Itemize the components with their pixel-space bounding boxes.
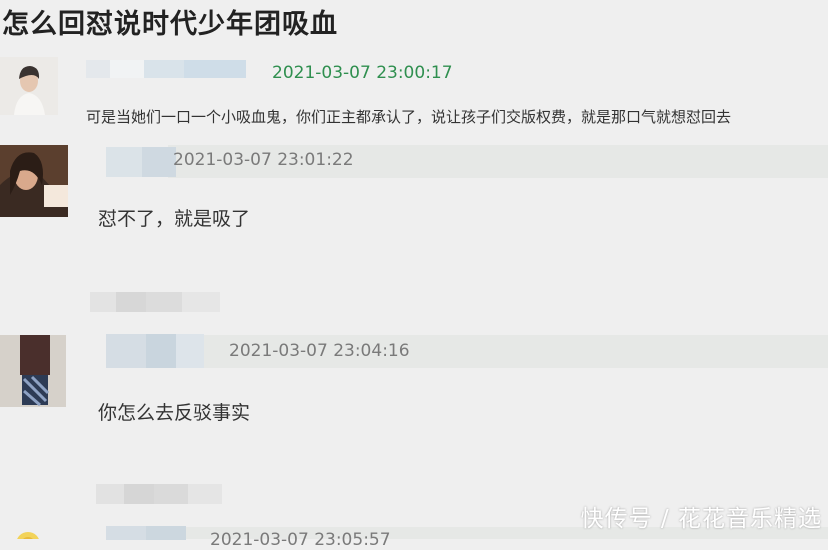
avatar[interactable]	[0, 57, 58, 115]
comment-text: 怼不了，就是吸了	[98, 208, 251, 230]
comment-text: 可是当她们一口一个小吸血鬼，你们正主都承认了，说让孩子们交版权费，就是那口气就想…	[86, 108, 732, 126]
username-blurred	[86, 60, 246, 78]
user-portrait-icon	[0, 145, 68, 217]
comment-timestamp: 2021-03-07 23:01:22	[173, 150, 354, 170]
avatar[interactable]	[8, 527, 48, 539]
user-portrait-icon	[0, 335, 66, 407]
comment-text: 你怎么去反驳事实	[98, 402, 251, 424]
avatar[interactable]	[0, 145, 68, 217]
user-portrait-icon	[17, 532, 39, 539]
comment-timestamp: 2021-03-07 23:05:57	[210, 530, 391, 550]
blurred-row	[96, 484, 222, 504]
user-portrait-icon	[0, 57, 58, 115]
comment-timestamp: 2021-03-07 23:04:16	[229, 341, 410, 361]
watermark: 快传号 / 花花音乐精选	[580, 506, 822, 532]
avatar[interactable]	[0, 335, 66, 407]
page-title: 怎么回怼说时代少年团吸血	[2, 9, 338, 40]
username-blurred	[106, 525, 186, 540]
comment-timestamp: 2021-03-07 23:00:17	[272, 63, 453, 83]
blurred-row	[90, 292, 220, 312]
username-blurred	[106, 334, 204, 368]
username-blurred	[106, 147, 176, 177]
